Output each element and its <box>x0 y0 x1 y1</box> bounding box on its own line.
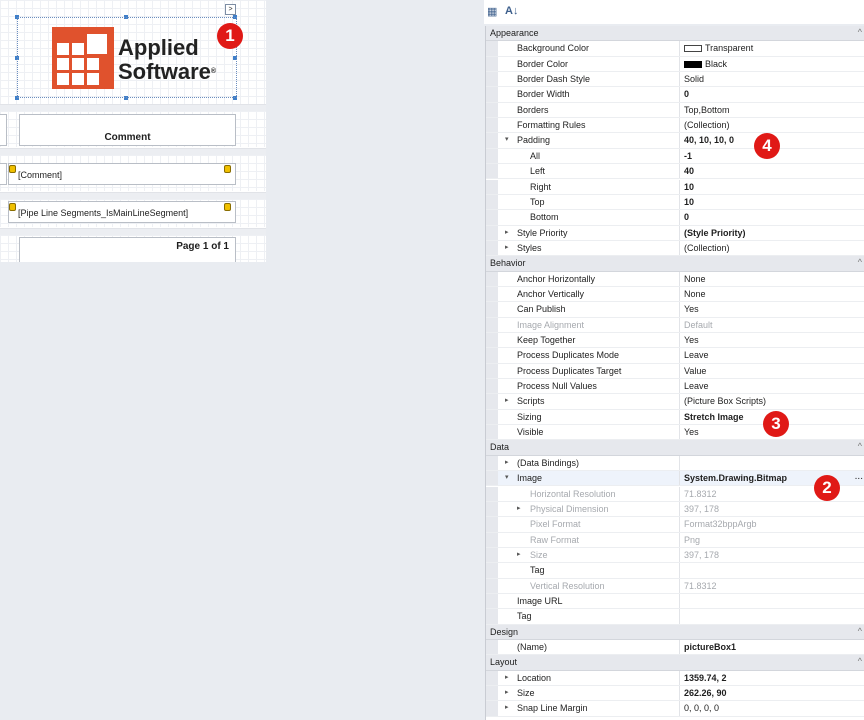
property-grid[interactable]: Appearance ^ Background Color Transparent … <box>485 26 864 720</box>
prop-keep-together[interactable]: Keep Together Yes <box>486 333 864 349</box>
callout-marker-2: 2 <box>814 475 840 501</box>
prop-visible[interactable]: Visible Yes <box>486 425 864 441</box>
prop-scripts[interactable]: ▸ Scripts (Picture Box Scripts) <box>486 394 864 410</box>
category-layout[interactable]: Layout ^ <box>486 655 864 671</box>
adjacent-field-cell[interactable] <box>0 163 7 185</box>
prop-image[interactable]: ▾ Image System.Drawing.Bitmap... <box>486 471 864 487</box>
expand-arrow-icon[interactable]: ▸ <box>505 396 509 404</box>
logo-text: Applied Software® <box>118 36 216 84</box>
database-field-icon <box>9 165 16 173</box>
callout-marker-1: 1 <box>217 23 243 49</box>
expand-arrow-icon[interactable]: ▸ <box>505 228 509 236</box>
expand-arrow-icon[interactable]: ▸ <box>505 458 509 466</box>
callout-marker-3: 3 <box>763 411 789 437</box>
comment-header-label: Comment <box>104 132 151 143</box>
expand-arrow-icon[interactable]: ▸ <box>505 703 509 711</box>
prop-border-dash-style[interactable]: Border Dash Style Solid <box>486 72 864 88</box>
prop-location[interactable]: ▸ Location 1359.74, 2 <box>486 670 864 687</box>
prop-padding[interactable]: ▾ Padding 40, 10, 10, 0 <box>486 133 864 149</box>
prop-image-url[interactable]: Image URL <box>486 593 864 610</box>
database-field-icon <box>224 165 231 173</box>
prop-process-duplicates-target[interactable]: Process Duplicates Target Value <box>486 363 864 380</box>
database-field-icon <box>224 203 231 211</box>
prop-image-tag[interactable]: Tag <box>486 563 864 579</box>
applied-software-logo-mark <box>52 27 114 89</box>
database-field-icon <box>9 203 16 211</box>
expand-arrow-icon[interactable]: ▸ <box>517 504 521 512</box>
collapse-icon: ^ <box>857 257 862 268</box>
prop-background-color[interactable]: Background Color Transparent <box>486 41 864 57</box>
collapse-icon: ^ <box>857 27 862 37</box>
prop-padding-left[interactable]: Left 40 <box>486 164 864 180</box>
prop-snap-line-margin[interactable]: ▸ Snap Line Margin 0, 0, 0, 0 <box>486 701 864 717</box>
prop-padding-top[interactable]: Top 10 <box>486 194 864 211</box>
prop-data-bindings[interactable]: ▸ (Data Bindings) <box>486 455 864 472</box>
expand-arrow-icon[interactable]: ▸ <box>505 243 509 251</box>
prop-physical-dimension[interactable]: ▸ Physical Dimension 397, 178 <box>486 501 864 518</box>
expand-arrow-icon[interactable]: ▸ <box>517 550 521 558</box>
ellipsis-button[interactable]: ... <box>855 471 863 482</box>
page-info-cell[interactable]: Page 1 of 1 <box>19 237 236 262</box>
collapse-icon: ^ <box>857 656 862 667</box>
prop-raw-format: Raw Format Png <box>486 532 864 548</box>
black-swatch-icon <box>684 60 702 68</box>
expand-arrow-icon[interactable]: ▸ <box>505 688 509 696</box>
prop-can-publish[interactable]: Can Publish Yes <box>486 302 864 318</box>
prop-image-size[interactable]: ▸ Size 397, 178 <box>486 547 864 564</box>
collapse-arrow-icon[interactable]: ▾ <box>505 135 509 143</box>
expand-arrow-icon[interactable]: ▸ <box>505 673 509 681</box>
callout-marker-4: 4 <box>754 133 780 159</box>
prop-vertical-resolution: Vertical Resolution 71.8312 <box>486 578 864 594</box>
logo-line-1: Applied <box>118 35 199 60</box>
collapse-icon: ^ <box>857 625 862 636</box>
prop-border-color[interactable]: Border Color Black <box>486 56 864 73</box>
prop-process-duplicates-mode[interactable]: Process Duplicates Mode Leave <box>486 348 864 364</box>
collapse-icon: ^ <box>857 441 862 452</box>
prop-name[interactable]: (Name) pictureBox1 <box>486 640 864 656</box>
adjacent-header-cell[interactable] <box>0 114 7 146</box>
comment-field-cell[interactable]: [Comment] <box>8 163 236 185</box>
transparent-swatch-icon <box>684 45 702 53</box>
prop-formatting-rules[interactable]: Formatting Rules (Collection) <box>486 118 864 134</box>
prop-styles[interactable]: ▸ Styles (Collection) <box>486 240 864 257</box>
collapse-arrow-icon[interactable]: ▾ <box>505 473 509 481</box>
category-appearance[interactable]: Appearance ^ <box>486 26 864 42</box>
page-info-text: Page 1 of 1 <box>176 241 229 252</box>
comment-field-text: [Comment] <box>18 170 63 180</box>
prop-border-width[interactable]: Border Width 0 <box>486 87 864 103</box>
prop-padding-right[interactable]: Right 10 <box>486 179 864 195</box>
smart-tag-button[interactable]: > <box>225 4 236 15</box>
prop-borders[interactable]: Borders Top,Bottom <box>486 102 864 119</box>
category-behavior[interactable]: Behavior ^ <box>486 256 864 272</box>
pipeline-field-cell[interactable]: [Pipe Line Segments_IsMainLineSegment] <box>8 201 236 223</box>
prop-tag[interactable]: Tag <box>486 609 864 625</box>
prop-padding-all[interactable]: All -1 <box>486 148 864 165</box>
prop-sizing[interactable]: Sizing Stretch Image <box>486 409 864 426</box>
pipeline-field-text: [Pipe Line Segments_IsMainLineSegment] <box>18 208 189 218</box>
comment-header-cell[interactable]: Comment <box>19 114 236 146</box>
property-grid-toolbar: ▦ A↓ <box>484 0 864 24</box>
prop-process-null-values[interactable]: Process Null Values Leave <box>486 379 864 395</box>
prop-style-priority[interactable]: ▸ Style Priority (Style Priority) <box>486 225 864 241</box>
alphabetical-sort-icon[interactable]: A↓ <box>505 5 518 17</box>
category-data[interactable]: Data ^ <box>486 440 864 456</box>
categorized-view-icon[interactable]: ▦ <box>487 5 497 18</box>
prop-anchor-vertically[interactable]: Anchor Vertically None <box>486 286 864 303</box>
category-design[interactable]: Design ^ <box>486 624 864 640</box>
prop-anchor-horizontally[interactable]: Anchor Horizontally None <box>486 271 864 287</box>
prop-horizontal-resolution: Horizontal Resolution 71.8312 <box>486 486 864 502</box>
prop-padding-bottom[interactable]: Bottom 0 <box>486 210 864 226</box>
prop-image-alignment: Image Alignment Default <box>486 317 864 333</box>
prop-pixel-format: Pixel Format Format32bppArgb <box>486 517 864 533</box>
prop-size[interactable]: ▸ Size 262.26, 90 <box>486 686 864 702</box>
registered-mark: ® <box>210 68 217 75</box>
logo-line-2: Software® <box>118 59 217 84</box>
